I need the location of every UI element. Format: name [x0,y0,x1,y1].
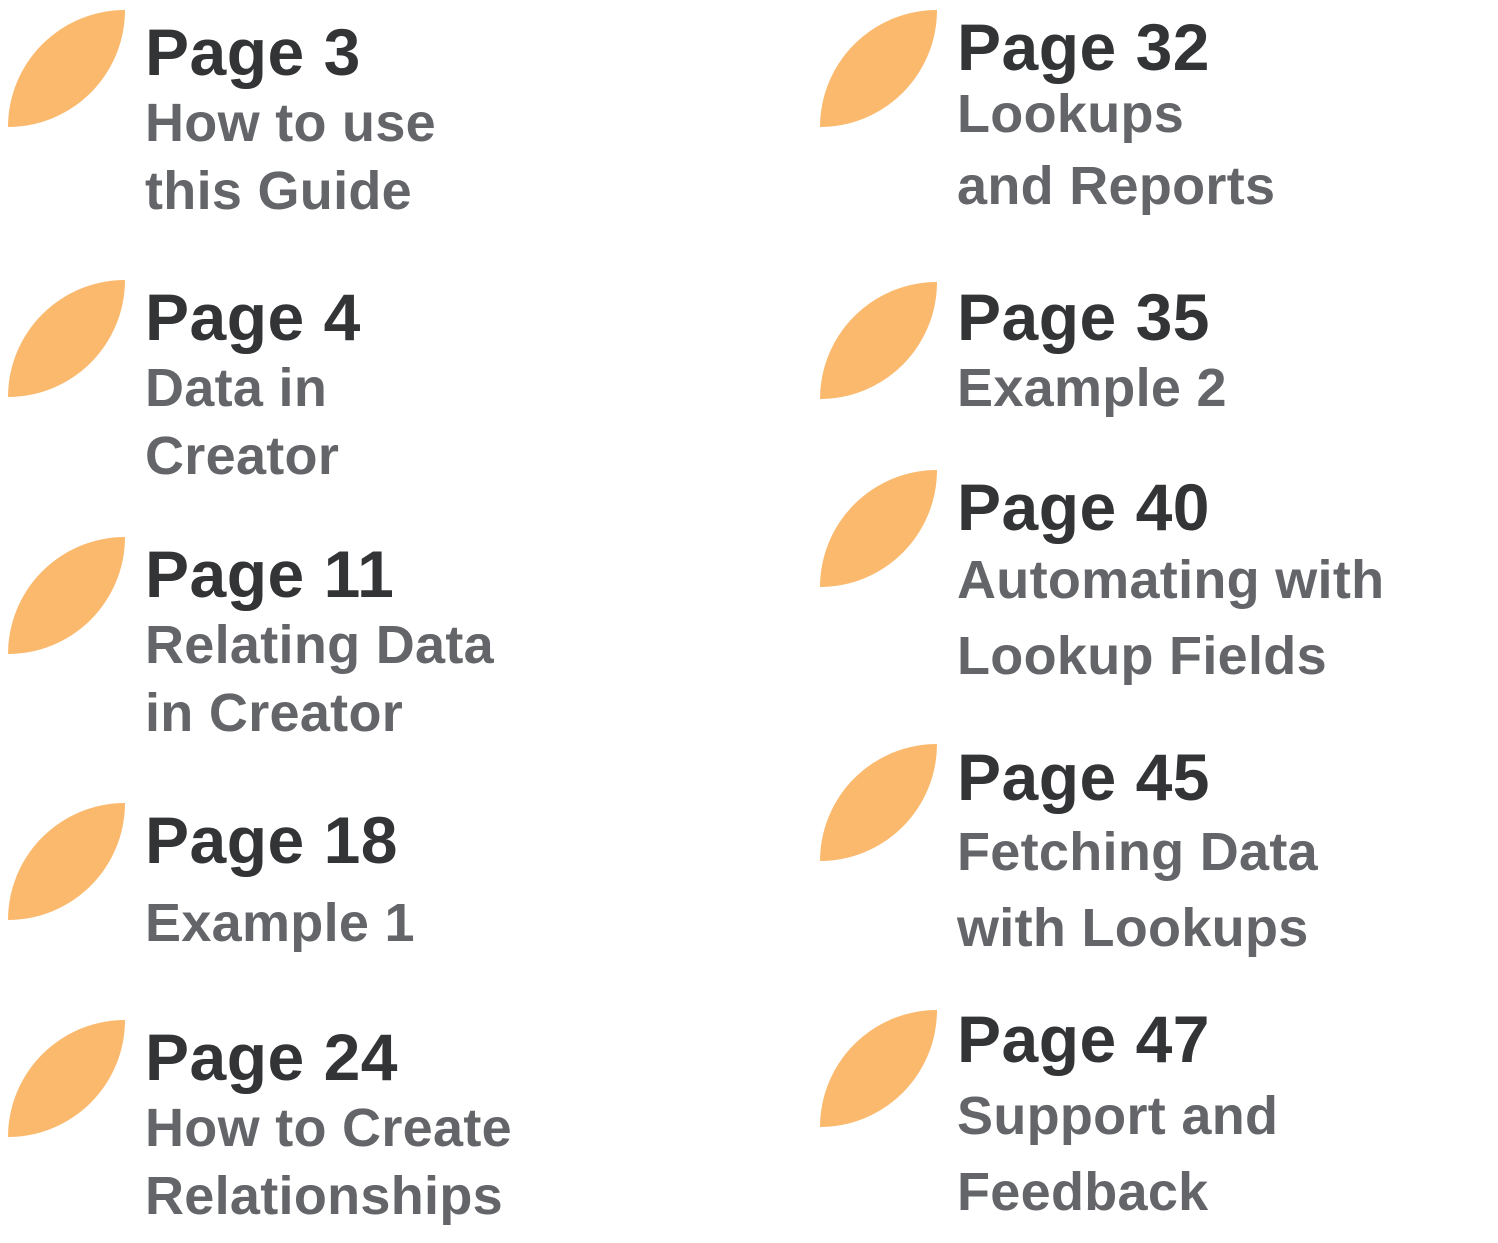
toc-title-line: Relating Data [145,615,494,675]
toc-page-number: Page 4 [145,280,361,354]
toc-page-number: Page 18 [145,803,398,877]
toc-entry-text: Page 45 Fetching Data with Lookups [957,740,1318,962]
toc-title-line: How to Create [145,1098,512,1158]
toc-title-line: in Creator [145,683,404,743]
leaf-bullet-icon [8,280,125,397]
toc-page-number: Page 11 [145,537,395,611]
toc-title-line: and Reports [957,156,1276,216]
toc-title-line: Support and [957,1086,1279,1146]
leaf-bullet-icon [820,1010,937,1127]
toc-title-line: Creator [145,426,340,486]
leaf-bullet-icon [8,1020,125,1137]
toc-title-line: Automating with [957,550,1385,610]
leaf-bullet-icon [8,10,125,127]
leaf-bullet-icon [8,803,125,920]
leaf-bullet-icon [8,537,125,654]
toc-entry-text: Page 24 How to Create Relationships [145,1020,512,1230]
toc-page-number: Page 32 [957,10,1210,84]
toc-title-line: Relationships [145,1166,503,1226]
leaf-bullet-icon [820,470,937,587]
toc-page-number: Page 45 [957,740,1210,814]
toc-entry-text: Page 11 Relating Data in Creator [145,537,494,747]
toc-entry-text: Page 47 Support and Feedback [957,1002,1278,1226]
toc-title-line: Example 2 [957,358,1227,418]
toc-title-line: Feedback [957,1162,1209,1222]
toc-page-number: Page 35 [957,280,1210,354]
toc-entry-text: Page 40 Automating with Lookup Fields [957,470,1384,690]
leaf-bullet-icon [820,282,937,399]
toc-title-line: Lookup Fields [957,626,1327,686]
toc-title-line: Data in [145,358,328,418]
toc-entry-text: Page 3 How to use this Guide [145,15,436,225]
toc-entry-text: Page 18 Example 1 [145,803,415,957]
toc-title-line: Example 1 [145,893,415,953]
toc-title-line: Fetching Data [957,822,1318,882]
toc-title-line: with Lookups [957,898,1309,958]
toc-entry-text: Page 35 Example 2 [957,280,1227,422]
leaf-bullet-icon [820,10,937,127]
toc-title-line: Lookups [957,84,1185,144]
leaf-bullet-icon [820,744,937,861]
toc-page-number: Page 40 [957,470,1210,544]
toc-entry-text: Page 4 Data in Creator [145,280,361,490]
toc-entry-text: Page 32 Lookups and Reports [957,10,1275,220]
toc-page-number: Page 47 [957,1002,1210,1076]
toc-page-number: Page 24 [145,1020,398,1094]
toc-title-line: this Guide [145,161,413,221]
toc-title-line: How to use [145,93,437,153]
toc-page-number: Page 3 [145,15,361,89]
